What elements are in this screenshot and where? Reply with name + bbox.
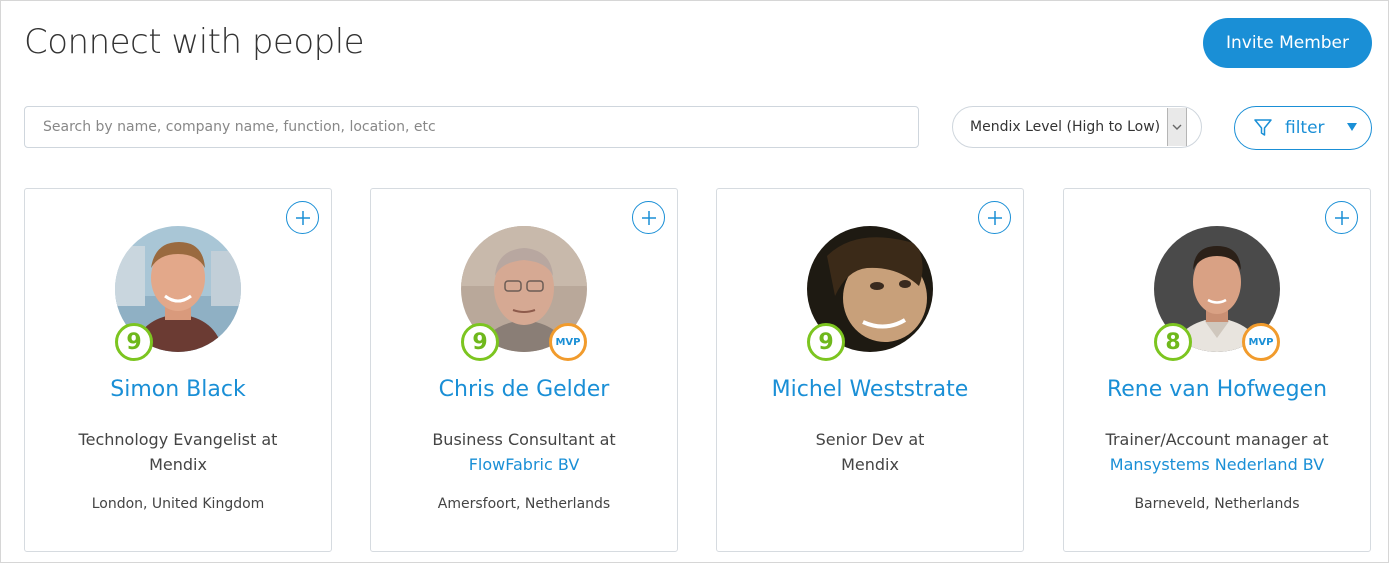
member-function: Senior Dev at (815, 430, 925, 449)
mendix-level-badge: 8 (1154, 323, 1192, 361)
member-function: Technology Evangelist at (78, 430, 278, 449)
member-card: 8 MVP Rene van Hofwegen Trainer/Account … (1063, 188, 1371, 552)
plus-icon (295, 210, 310, 225)
funnel-icon (1254, 119, 1272, 136)
member-name[interactable]: Michel Weststrate (717, 377, 1023, 402)
add-contact-button[interactable] (1325, 201, 1358, 234)
member-location: Amersfoort, Netherlands (437, 496, 611, 512)
sort-select[interactable]: Mendix Level (High to Low) (952, 106, 1202, 148)
search-input[interactable] (24, 106, 919, 148)
mvp-badge: MVP (549, 323, 587, 361)
chevron-down-icon[interactable] (1167, 108, 1187, 146)
member-company: Mendix (841, 455, 899, 474)
member-role: Business Consultant at FlowFabric BV (371, 427, 677, 477)
member-name[interactable]: Simon Black (25, 377, 331, 402)
sort-selected-value: Mendix Level (High to Low) (970, 119, 1161, 135)
filter-label: filter (1285, 118, 1325, 138)
member-card: 9 Simon Black Technology Evangelist at M… (24, 188, 332, 552)
plus-icon (987, 210, 1002, 225)
member-company-link[interactable]: Mansystems Nederland BV (1064, 452, 1370, 477)
member-function: Business Consultant at (432, 430, 616, 449)
member-company: Mendix (149, 455, 207, 474)
member-company-link[interactable]: FlowFabric BV (371, 452, 677, 477)
add-contact-button[interactable] (632, 201, 665, 234)
add-contact-button[interactable] (978, 201, 1011, 234)
mendix-level-badge: 9 (115, 323, 153, 361)
mendix-level-badge: 9 (461, 323, 499, 361)
member-function: Trainer/Account manager at (1105, 430, 1329, 449)
mvp-badge: MVP (1242, 323, 1280, 361)
member-card: 9 MVP Chris de Gelder Business Consultan… (370, 188, 678, 552)
add-contact-button[interactable] (286, 201, 319, 234)
member-location: Barneveld, Netherlands (1134, 496, 1300, 512)
member-card: 9 Michel Weststrate Senior Dev at Mendix (716, 188, 1024, 552)
caret-down-icon (1347, 123, 1357, 131)
filter-button[interactable]: filter (1234, 106, 1372, 150)
invite-member-button[interactable]: Invite Member (1203, 18, 1372, 68)
member-location: London, United Kingdom (91, 496, 265, 512)
member-name[interactable]: Rene van Hofwegen (1064, 377, 1370, 402)
plus-icon (641, 210, 656, 225)
member-name[interactable]: Chris de Gelder (371, 377, 677, 402)
member-role: Senior Dev at Mendix (717, 427, 1023, 477)
member-role: Trainer/Account manager at Mansystems Ne… (1064, 427, 1370, 477)
mendix-level-badge: 9 (807, 323, 845, 361)
plus-icon (1334, 210, 1349, 225)
member-role: Technology Evangelist at Mendix (25, 427, 331, 477)
page-title: Connect with people (24, 22, 365, 62)
